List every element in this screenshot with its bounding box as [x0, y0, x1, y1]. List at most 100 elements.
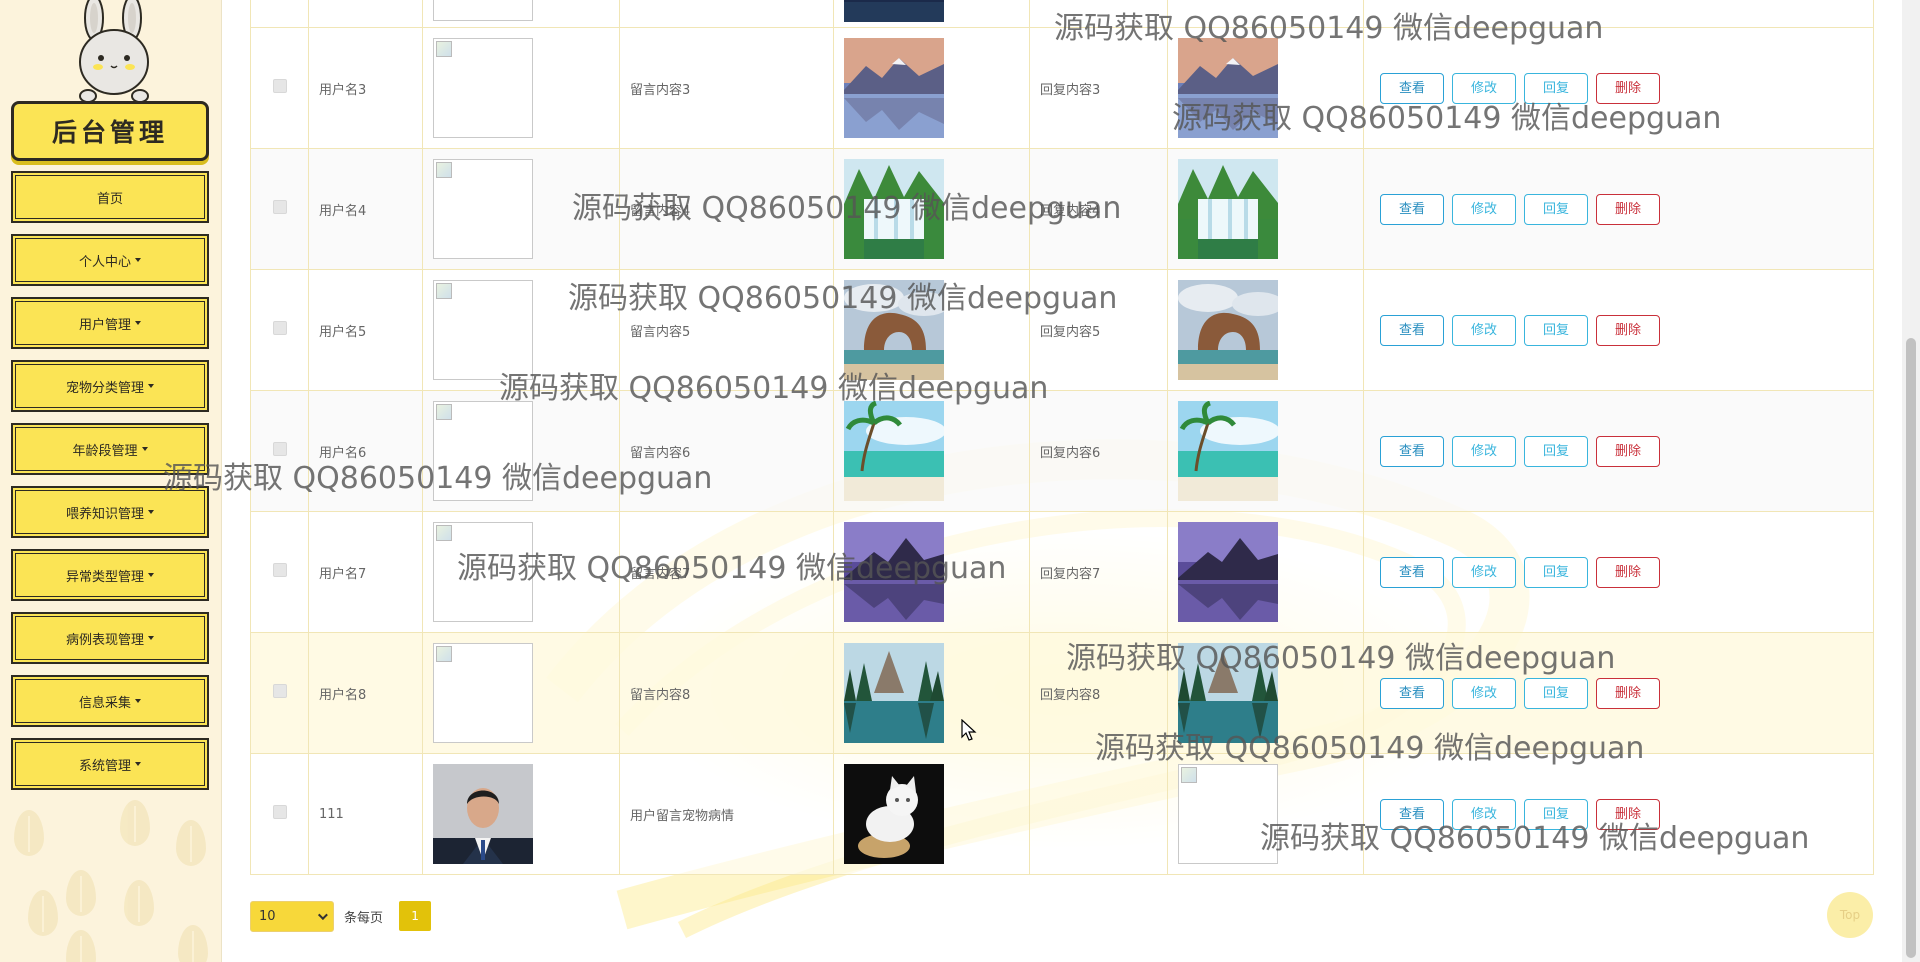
- back-to-top-button[interactable]: Top: [1827, 892, 1873, 938]
- edit-button[interactable]: 修改: [1452, 314, 1516, 346]
- edit-button[interactable]: 修改: [1452, 435, 1516, 467]
- username-cell: 用户名5: [319, 324, 367, 340]
- delete-button[interactable]: 删除: [1596, 193, 1660, 225]
- message-image: [844, 159, 944, 259]
- menu-item-feeding-knowledge-management[interactable]: 喂养知识管理: [11, 486, 209, 538]
- edit-button[interactable]: 修改: [1452, 193, 1516, 225]
- menu-item-information-collection[interactable]: 信息采集: [11, 675, 209, 727]
- delete-button[interactable]: 删除: [1596, 677, 1660, 709]
- vertical-scrollbar[interactable]: [1902, 0, 1920, 962]
- username-cell: 111: [319, 806, 344, 822]
- reply-cell: 回复内容4: [1040, 203, 1101, 219]
- username-cell: 用户名4: [319, 203, 367, 219]
- row-checkbox[interactable]: [272, 684, 287, 698]
- menu-item-abnormal-type-management[interactable]: 异常类型管理: [11, 549, 209, 601]
- per-page-label: 条每页: [344, 910, 384, 926]
- leaf-decoration: [124, 880, 154, 926]
- reply-button[interactable]: 回复: [1524, 193, 1588, 225]
- menu-item-label: 个人中心: [78, 254, 131, 270]
- reply-button[interactable]: 回复: [1524, 435, 1588, 467]
- reply-image: [1178, 159, 1278, 259]
- edit-button[interactable]: 修改: [1452, 72, 1516, 104]
- message-image: [844, 522, 944, 622]
- delete-button[interactable]: 删除: [1596, 798, 1660, 830]
- delete-button[interactable]: 删除: [1596, 314, 1660, 346]
- username-cell: 用户名3: [319, 82, 367, 98]
- sidebar: 后台管理 首页 个人中心 用户管理 宠物分类管理 年龄段管理 喂养知识管理 异常…: [0, 0, 222, 962]
- view-button[interactable]: 查看: [1380, 798, 1444, 830]
- table-row: 用户名3 留言内容3 回复内容3 查看 修改 回复 删除: [250, 27, 1874, 149]
- table-row: 111 用户留言宠物病情 查看 修改 回复 删除: [250, 753, 1874, 875]
- table-row: 用户名5 留言内容5 回复内容5 查看 修改 回复 删除: [250, 269, 1874, 391]
- page-size-value: 10: [259, 908, 276, 924]
- message-cell: 留言内容3: [630, 82, 691, 98]
- reply-button[interactable]: 回复: [1524, 314, 1588, 346]
- reply-image: [1178, 764, 1278, 864]
- avatar-image: [433, 38, 533, 138]
- row-checkbox[interactable]: [272, 805, 287, 819]
- menu-item-pet-category-management[interactable]: 宠物分类管理: [11, 360, 209, 412]
- leaf-decoration: [120, 800, 150, 846]
- pagination: 10 条每页 1: [250, 900, 432, 932]
- reply-image: [1178, 38, 1278, 138]
- menu-item-label: 首页: [96, 191, 123, 207]
- reply-image: [1178, 522, 1278, 622]
- menu-item-label: 信息采集: [78, 695, 131, 711]
- message-cell: 留言内容8: [630, 687, 691, 703]
- chevron-down-icon: [317, 909, 328, 920]
- view-button[interactable]: 查看: [1380, 314, 1444, 346]
- caret-down-icon: [135, 762, 141, 766]
- menu-item-case-symptom-management[interactable]: 病例表现管理: [11, 612, 209, 664]
- row-checkbox[interactable]: [272, 79, 287, 93]
- view-button[interactable]: 查看: [1380, 72, 1444, 104]
- reply-button[interactable]: 回复: [1524, 556, 1588, 588]
- table-row: [250, 0, 1874, 28]
- delete-button[interactable]: 删除: [1596, 556, 1660, 588]
- view-button[interactable]: 查看: [1380, 435, 1444, 467]
- menu-item-system-management[interactable]: 系统管理: [11, 738, 209, 790]
- row-checkbox[interactable]: [272, 200, 287, 214]
- leaf-decoration: [178, 925, 208, 962]
- row-checkbox[interactable]: [272, 321, 287, 335]
- view-button[interactable]: 查看: [1380, 556, 1444, 588]
- edit-button[interactable]: 修改: [1452, 556, 1516, 588]
- view-button[interactable]: 查看: [1380, 677, 1444, 709]
- table-row: 用户名4 留言内容4 回复内容4 查看 修改 回复 删除: [250, 148, 1874, 270]
- reply-button[interactable]: 回复: [1524, 677, 1588, 709]
- delete-button[interactable]: 删除: [1596, 435, 1660, 467]
- leaf-decoration: [28, 890, 58, 936]
- edit-button[interactable]: 修改: [1452, 677, 1516, 709]
- scrollbar-thumb[interactable]: [1906, 338, 1916, 958]
- page-button-1[interactable]: 1: [399, 901, 432, 931]
- page-size-select[interactable]: 10: [250, 900, 334, 932]
- row-checkbox[interactable]: [272, 442, 287, 456]
- row-checkbox[interactable]: [272, 563, 287, 577]
- message-image: [844, 643, 944, 743]
- reply-cell: 回复内容8: [1040, 687, 1101, 703]
- brand-title: 后台管理: [11, 101, 209, 161]
- caret-down-icon: [148, 510, 154, 514]
- message-image: [844, 280, 944, 380]
- caret-down-icon: [141, 447, 148, 451]
- menu-item-personal-center[interactable]: 个人中心: [11, 234, 209, 286]
- caret-down-icon: [135, 258, 141, 262]
- reply-image: [1178, 401, 1278, 501]
- table-row: 用户名6 留言内容6 回复内容6 查看 修改 回复 删除: [250, 390, 1874, 512]
- menu-item-label: 宠物分类管理: [65, 380, 144, 396]
- caret-down-icon: [148, 384, 154, 388]
- delete-button[interactable]: 删除: [1596, 72, 1660, 104]
- edit-button[interactable]: 修改: [1452, 798, 1516, 830]
- menu-item-age-group-management[interactable]: 年龄段管理: [11, 423, 209, 475]
- reply-button[interactable]: 回复: [1524, 72, 1588, 104]
- view-button[interactable]: 查看: [1380, 193, 1444, 225]
- leaf-decoration: [66, 930, 96, 962]
- menu-item-user-management[interactable]: 用户管理: [11, 297, 209, 349]
- reply-image: [1178, 280, 1278, 380]
- menu-item-home[interactable]: 首页: [11, 171, 209, 223]
- reply-button[interactable]: 回复: [1524, 798, 1588, 830]
- message-table: 用户名3 留言内容3 回复内容3 查看 修改 回复 删除 用户名4 留言内容4 回复内容4 查看 修改…: [250, 0, 1874, 875]
- message-cell: 留言内容5: [630, 324, 691, 340]
- caret-down-icon: [135, 699, 141, 703]
- username-cell: 用户名7: [319, 566, 367, 582]
- caret-down-icon: [148, 636, 154, 640]
